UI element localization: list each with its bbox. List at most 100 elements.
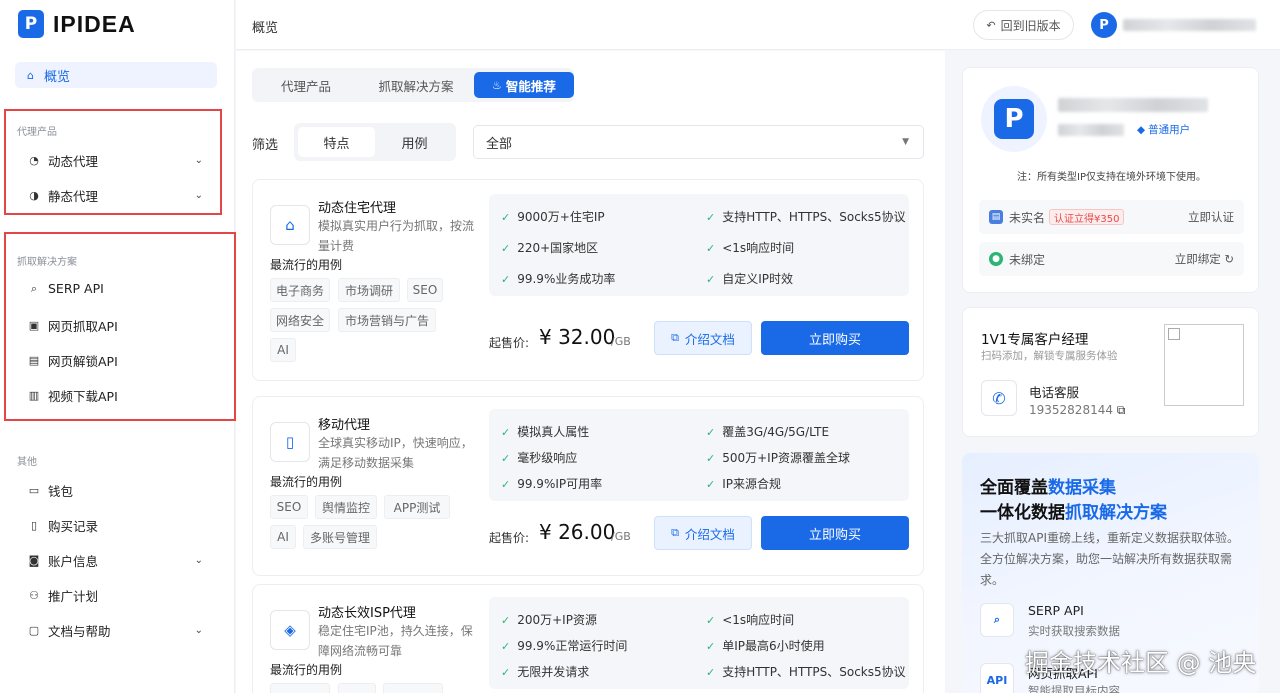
avatar[interactable]: P — [1091, 12, 1117, 38]
sidebar-item-static-proxy[interactable]: ◑ 静态代理 ⌄ — [28, 186, 203, 205]
sidebar-item-label: 网页解锁API — [48, 354, 118, 369]
brand-logo[interactable]: P IPIDEA — [18, 10, 136, 38]
sidebar-item-web-unlocker-api[interactable]: ▤ 网页解锁API — [28, 351, 203, 370]
price-unit: /GB — [611, 335, 631, 348]
sidebar-item-wallet[interactable]: ▭ 钱包 — [28, 481, 203, 500]
bind-now-link[interactable]: 立即绑定 ↻ — [1175, 251, 1234, 267]
popular-use-cases-label: 最流行的用例 — [270, 258, 343, 272]
segment-features[interactable]: 特点 — [298, 127, 375, 157]
phone-label: 电话客服 — [1029, 385, 1080, 400]
wechat-status: 未绑定 — [1009, 252, 1046, 267]
feature-item: ✓ 200万+IP资源 — [501, 613, 597, 627]
manager-subtitle: 扫码添加，解锁专属服务体验 — [981, 350, 1118, 362]
user-card: P ◆ 普通用户 注：所有类型IP仅支持在境外环境下使用。 ▤ 未实名 认证立得¥… — [962, 67, 1259, 293]
chevron-down-icon: ⌄ — [194, 555, 203, 566]
intro-doc-button[interactable]: ⧉ 介绍文档 — [654, 321, 752, 355]
promo-item-sub: 智能提取目标内容 — [1028, 684, 1120, 693]
group-title-other: 其他 — [17, 457, 37, 468]
promo-item-serp-api[interactable]: ⌕ SERP API 实时获取搜索数据 — [980, 603, 1120, 638]
filter-label: 筛选 — [252, 138, 279, 153]
popular-use-cases-label: 最流行的用例 — [270, 475, 343, 489]
sidebar-item-account-info[interactable]: ◙ 账户信息 ⌄ — [28, 551, 203, 570]
sidebar-item-docs-help[interactable]: ▢ 文档与帮助 ⌄ — [28, 621, 203, 640]
old-version-label: 回到旧版本 — [1000, 18, 1061, 33]
blurred-username — [1058, 98, 1208, 112]
feature-item: ✓ <1s响应时间 — [706, 613, 795, 627]
mobile-proxy-icon: ▯ — [270, 422, 310, 462]
feature-panel: ✓ 200万+IP资源 ✓ <1s响应时间 ✓ 99.9%正常运行时间 ✓ 单IP最高6… — [489, 597, 909, 689]
price-label: 起售价: — [489, 531, 530, 545]
product-name: 动态长效ISP代理 — [318, 606, 416, 621]
sidebar-item-label: 概览 — [43, 69, 70, 85]
intro-doc-button[interactable]: ⧉ 介绍文档 — [654, 516, 752, 550]
buy-now-button[interactable]: 立即购买 — [761, 321, 909, 355]
sidebar-item-web-scraper-api[interactable]: ▣ 网页抓取API — [28, 316, 203, 335]
sidebar-item-overview[interactable]: ⌂ 概览 — [15, 62, 217, 88]
proxy-icon: ◑ — [29, 189, 39, 202]
feature-item: ✓ 99.9%正常运行时间 — [501, 639, 628, 653]
use-case-tag: SEO — [407, 278, 443, 302]
buy-now-button[interactable]: 立即购买 — [761, 516, 909, 550]
category-select[interactable]: 全部 ▼ — [473, 125, 924, 159]
right-panel: P ◆ 普通用户 注：所有类型IP仅支持在境外环境下使用。 ▤ 未实名 认证立得¥… — [946, 51, 1280, 693]
feature-item: ✓ IP来源合规 — [706, 477, 781, 491]
check-icon: ✓ — [706, 426, 716, 439]
use-case-tag — [338, 683, 376, 693]
tab-scraping-solutions[interactable]: 抓取解决方案 — [360, 72, 472, 98]
logo-icon: P — [18, 10, 44, 38]
old-version-button[interactable]: ↶ 回到旧版本 — [973, 10, 1074, 40]
sidebar-item-label: 钱包 — [48, 484, 74, 499]
logo-text: IPIDEA — [53, 10, 136, 37]
product-desc: 全球真实移动IP，快速响应，满足移动数据采集 — [318, 436, 473, 470]
proxy-icon: ◔ — [29, 154, 39, 167]
caret-down-icon: ▼ — [902, 137, 909, 147]
check-icon: ✓ — [501, 273, 511, 286]
sidebar-item-serp-api[interactable]: ⌕ SERP API — [28, 281, 203, 296]
feature-item: ✓ 99.9%业务成功率 — [501, 272, 616, 286]
main-content: 代理产品 抓取解决方案 ♨ 智能推荐 筛选 特点 用例 全部 ▼ ⌂ 动态住宅代理… — [236, 51, 945, 693]
share-icon: ⚇ — [29, 589, 39, 602]
price-value: ¥ 32.00 — [539, 325, 616, 349]
unlock-icon: ▤ — [28, 354, 40, 367]
diamond-icon: ◆ — [1137, 124, 1146, 136]
check-icon: ✓ — [706, 666, 716, 679]
receipt-icon: ▯ — [30, 519, 38, 532]
promo-headline-1: 全面覆盖数据采集 — [980, 478, 1116, 498]
product-desc: 稳定住宅IP池，持久连接，保障网络流畅可靠 — [318, 624, 473, 658]
sidebar-item-dynamic-proxy[interactable]: ◔ 动态代理 ⌄ — [28, 151, 203, 170]
avatar-mark: P — [994, 99, 1034, 139]
sidebar-item-purchase-history[interactable]: ▯ 购买记录 — [28, 516, 203, 535]
feature-item: ✓ 单IP最高6小时使用 — [706, 639, 825, 653]
price-value: ¥ 26.00 — [539, 520, 616, 544]
use-case-tag: 市场营销与广告 — [338, 308, 436, 332]
sidebar-item-video-download-api[interactable]: ▥ 视频下载API — [28, 386, 203, 405]
feature-item: ✓ 支持HTTP、HTTPS、Socks5协议 — [706, 665, 906, 679]
verify-now-link[interactable]: 立即认证 — [1188, 209, 1234, 225]
product-card-isp: ◈ 动态长效ISP代理 稳定住宅IP池，持久连接，保障网络流畅可靠 最流行的用例… — [252, 584, 924, 693]
feature-item: ✓ 99.9%IP可用率 — [501, 477, 603, 491]
use-case-tag: 电子商务 — [270, 278, 330, 302]
page-title: 概览 — [252, 21, 279, 36]
search-icon: ⌕ — [980, 603, 1014, 637]
promo-item-web-scraper-api[interactable]: API 网页抓取API 智能提取目标内容 — [980, 663, 1120, 693]
sidebar-item-label: 静态代理 — [48, 189, 99, 204]
chevron-down-icon: ⌄ — [194, 625, 203, 636]
sidebar-item-label: 购买记录 — [48, 519, 99, 534]
tab-smart-recommend[interactable]: ♨ 智能推荐 — [474, 72, 574, 98]
feature-panel: ✓ 模拟真人属性 ✓ 覆盖3G/4G/5G/LTE ✓ 毫秒级响应 ✓ 500万+IP资… — [489, 409, 909, 501]
product-card-mobile: ▯ 移动代理 全球真实移动IP，快速响应，满足移动数据采集 最流行的用例 SEO… — [252, 396, 924, 576]
use-case-tag: 多账号管理 — [303, 525, 377, 549]
sidebar-item-affiliate[interactable]: ⚇ 推广计划 — [28, 586, 203, 605]
check-icon: ✓ — [501, 478, 511, 491]
segment-use-cases[interactable]: 用例 — [376, 127, 453, 157]
check-icon: ✓ — [501, 242, 511, 255]
back-icon: ↶ — [986, 18, 996, 32]
product-name: 动态住宅代理 — [318, 201, 397, 216]
promo-desc: 三大抓取API重磅上线，重新定义数据获取体验。全方位解决方案，助您一站解决所有数… — [980, 531, 1239, 587]
price-unit: /GB — [611, 530, 631, 543]
tab-proxy-products[interactable]: 代理产品 — [256, 72, 356, 98]
avatar: P — [981, 86, 1047, 152]
copy-icon[interactable]: ⧉ — [1117, 403, 1126, 417]
sidebar-item-label: 视频下载API — [48, 389, 118, 404]
promo-item-sub: 实时获取搜索数据 — [1028, 624, 1120, 638]
